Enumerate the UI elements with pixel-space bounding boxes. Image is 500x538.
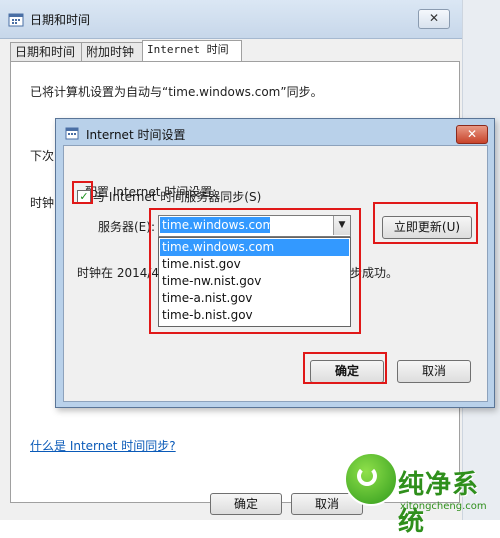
dialog-close-button[interactable]: ✕ [456, 125, 488, 144]
dialog-titlebar[interactable]: Internet 时间设置 ✕ [56, 119, 494, 145]
update-now-button[interactable]: 立即更新(U) [382, 216, 472, 239]
window-title: 日期和时间 [30, 13, 91, 27]
dialog-cancel-button[interactable]: 取消 [397, 360, 471, 383]
sync-checkbox-label[interactable]: 与 Internet 时间服务器同步(S) [93, 188, 261, 205]
tab-additional-clocks[interactable]: 附加时钟 [81, 42, 145, 61]
window-ok-button[interactable]: 确定 [210, 493, 282, 515]
chevron-down-icon: ▼ [338, 220, 346, 230]
tab-date-time[interactable]: 日期和时间 [10, 42, 84, 61]
watermark-url: xitongcheng.com [400, 501, 487, 512]
sync-info-text: 已将计算机设置为自动与“time.windows.com”同步。 [30, 85, 323, 99]
calendar-icon [8, 11, 24, 27]
server-label: 服务器(E): [98, 220, 155, 234]
clock-sync-text: 时钟 [30, 196, 55, 210]
dropdown-option[interactable]: time.windows.com [160, 239, 349, 256]
dropdown-option[interactable]: time-nw.nist.gov [160, 273, 349, 290]
dropdown-option[interactable]: time-b.nist.gov [160, 307, 349, 324]
sync-checkbox[interactable]: ✓ [77, 190, 91, 204]
server-input[interactable]: time.windows.com [160, 217, 274, 233]
sync-result-text: 时钟在 2014/4 [77, 266, 160, 280]
checkmark-icon: ✓ [79, 190, 89, 203]
server-dropdown-list: time.windows.com time.nist.gov time-nw.n… [158, 237, 351, 327]
power-icon [357, 466, 377, 486]
window-titlebar[interactable]: 日期和时间 ✕ [0, 0, 500, 39]
dialog-title: Internet 时间设置 [86, 128, 186, 142]
dropdown-option[interactable]: time.nist.gov [160, 256, 349, 273]
dialog-ok-button[interactable]: 确定 [310, 360, 384, 383]
sync-result-suffix: 步成功。 [350, 266, 399, 280]
dropdown-option[interactable]: time-a.nist.gov [160, 290, 349, 307]
tab-internet-time[interactable]: Internet 时间 [142, 40, 242, 62]
calendar-icon [65, 126, 79, 140]
close-icon: ✕ [466, 127, 478, 141]
close-icon: ✕ [428, 11, 440, 25]
next-sync-text: 下次 [30, 149, 55, 163]
dropdown-arrow-button[interactable]: ▼ [333, 216, 350, 235]
window-close-button[interactable]: ✕ [418, 9, 450, 29]
help-link[interactable]: 什么是 Internet 时间同步? [30, 437, 176, 454]
